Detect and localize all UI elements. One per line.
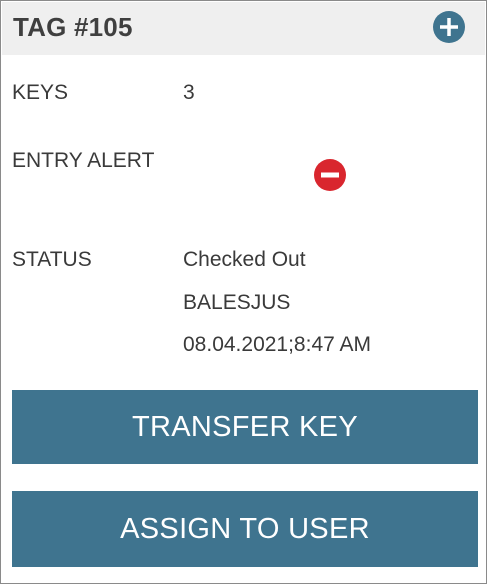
plus-circle-icon: [433, 11, 465, 43]
status-user: BALESJUS: [183, 291, 291, 314]
add-icon[interactable]: [433, 11, 465, 43]
minus-circle-icon: [314, 159, 346, 191]
entry-alert-icon: [314, 159, 346, 191]
assign-to-user-button[interactable]: ASSIGN TO USER: [12, 491, 478, 567]
transfer-key-button[interactable]: TRANSFER KEY: [12, 390, 478, 464]
tag-detail-panel: TAG #105 KEYS 3 ENTRY ALERT STATUS Check…: [0, 0, 487, 584]
keys-value: 3: [183, 81, 195, 104]
tag-header: TAG #105: [2, 2, 485, 55]
entry-alert-label: ENTRY ALERT: [12, 149, 155, 172]
status-state: Checked Out: [183, 248, 306, 271]
keys-label: KEYS: [12, 81, 69, 104]
status-label: STATUS: [12, 248, 92, 271]
assign-to-user-label: ASSIGN TO USER: [120, 512, 370, 545]
transfer-key-label: TRANSFER KEY: [132, 410, 358, 443]
tag-title: TAG #105: [13, 12, 133, 42]
status-timestamp: 08.04.2021;8:47 AM: [183, 333, 371, 356]
